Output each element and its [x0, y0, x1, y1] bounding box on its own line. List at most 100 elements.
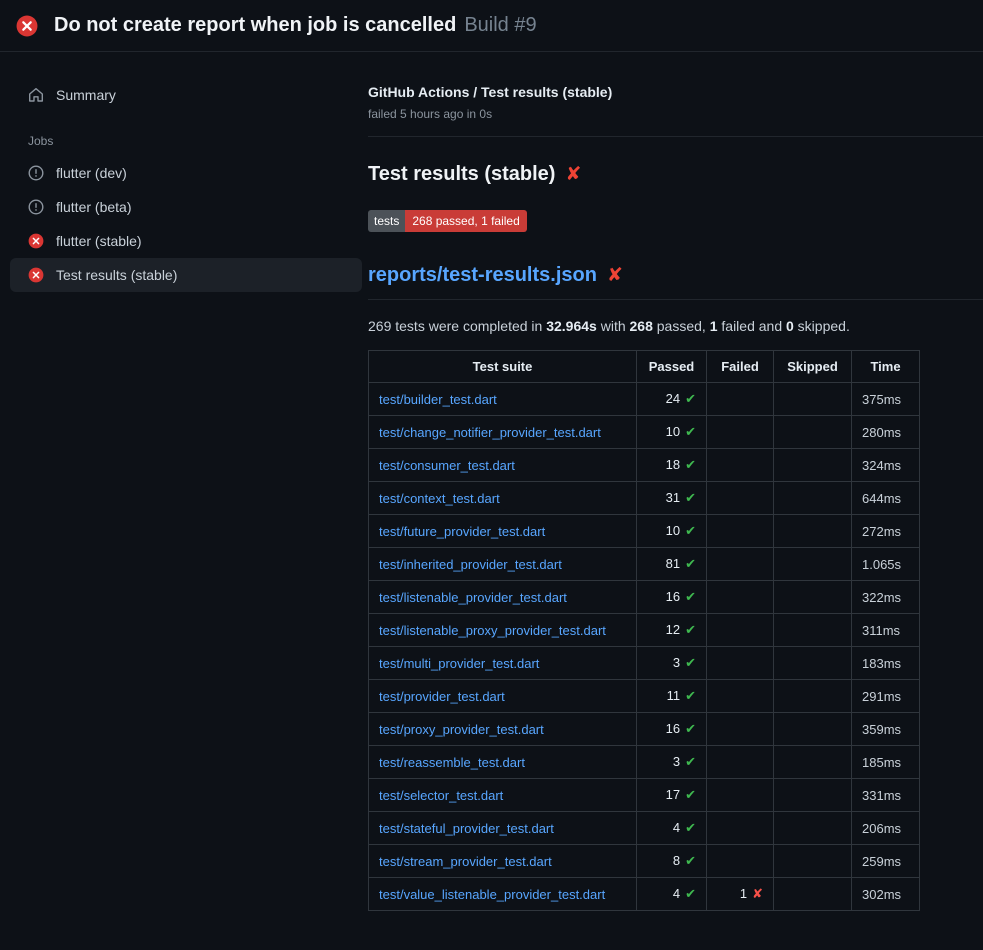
time-cell: 311ms	[852, 614, 920, 647]
time-cell: 259ms	[852, 845, 920, 878]
passed-cell: 17✔	[637, 779, 707, 812]
table-row: test/stateful_provider_test.dart 4✔ 206m…	[369, 812, 920, 845]
table-row: test/future_provider_test.dart 10✔ 272ms	[369, 515, 920, 548]
table-row: test/builder_test.dart 24✔ 375ms	[369, 383, 920, 416]
passed-cell: 16✔	[637, 713, 707, 746]
skipped-cell	[774, 845, 852, 878]
table-row: test/multi_provider_test.dart 3✔ 183ms	[369, 647, 920, 680]
suite-cell: test/listenable_proxy_provider_test.dart	[369, 614, 637, 647]
table-row: test/consumer_test.dart 18✔ 324ms	[369, 449, 920, 482]
test-suite-link[interactable]: test/reassemble_test.dart	[379, 755, 525, 770]
failed-cell	[707, 614, 774, 647]
suite-cell: test/change_notifier_provider_test.dart	[369, 416, 637, 449]
test-suite-link[interactable]: test/stateful_provider_test.dart	[379, 821, 554, 836]
failed-status-icon	[16, 15, 38, 37]
test-suite-link[interactable]: test/builder_test.dart	[379, 392, 497, 407]
passed-cell: 8✔	[637, 845, 707, 878]
passed-cell: 16✔	[637, 581, 707, 614]
tests-badge: tests 268 passed, 1 failed	[368, 210, 527, 232]
failed-cell	[707, 581, 774, 614]
test-suite-link[interactable]: test/context_test.dart	[379, 491, 500, 506]
test-suite-link[interactable]: test/selector_test.dart	[379, 788, 503, 803]
skipped-cell	[774, 383, 852, 416]
test-suite-link[interactable]: test/change_notifier_provider_test.dart	[379, 425, 601, 440]
test-suite-link[interactable]: test/inherited_provider_test.dart	[379, 557, 562, 572]
time-cell: 324ms	[852, 449, 920, 482]
test-suite-link[interactable]: test/multi_provider_test.dart	[379, 656, 539, 671]
table-header-row: Test suite Passed Failed Skipped Time	[369, 351, 920, 383]
time-cell: 272ms	[852, 515, 920, 548]
sidebar-item-label: flutter (beta)	[56, 199, 131, 215]
skipped-cell	[774, 548, 852, 581]
time-cell: 331ms	[852, 779, 920, 812]
check-icon: ✔	[685, 754, 696, 769]
time-cell: 1.065s	[852, 548, 920, 581]
sidebar-item-flutter-dev[interactable]: flutter (dev)	[10, 156, 362, 190]
page-header: Do not create report when job is cancell…	[0, 0, 983, 52]
badge-value: 268 passed, 1 failed	[405, 210, 526, 232]
suite-cell: test/provider_test.dart	[369, 680, 637, 713]
failed-cell	[707, 845, 774, 878]
check-icon: ✔	[685, 655, 696, 670]
page-title: Do not create report when job is cancell…	[54, 14, 456, 37]
time-cell: 375ms	[852, 383, 920, 416]
test-suite-link[interactable]: test/provider_test.dart	[379, 689, 505, 704]
failed-count: 1	[710, 318, 718, 334]
check-icon: ✔	[685, 886, 696, 901]
test-suite-link[interactable]: test/listenable_proxy_provider_test.dart	[379, 623, 606, 638]
table-row: test/provider_test.dart 11✔ 291ms	[369, 680, 920, 713]
passed-cell: 3✔	[637, 746, 707, 779]
test-suite-link[interactable]: test/value_listenable_provider_test.dart	[379, 887, 605, 902]
test-results-table: Test suite Passed Failed Skipped Time te…	[368, 350, 920, 911]
run-status-line: failed 5 hours ago in 0s	[368, 107, 983, 121]
skipped-cell	[774, 779, 852, 812]
failed-cell	[707, 548, 774, 581]
skipped-cell	[774, 449, 852, 482]
passed-cell: 31✔	[637, 482, 707, 515]
jobs-section-label: Jobs	[28, 134, 362, 148]
sidebar-item-summary[interactable]: Summary	[10, 78, 362, 112]
passed-cell: 18✔	[637, 449, 707, 482]
time-cell: 322ms	[852, 581, 920, 614]
table-row: test/selector_test.dart 17✔ 331ms	[369, 779, 920, 812]
suite-cell: test/multi_provider_test.dart	[369, 647, 637, 680]
passed-cell: 10✔	[637, 416, 707, 449]
sidebar-item-test-results-stable[interactable]: Test results (stable)	[10, 258, 362, 292]
x-circle-icon	[28, 267, 44, 283]
results-table-body: test/builder_test.dart 24✔ 375ms test/ch…	[369, 383, 920, 911]
check-icon: ✔	[685, 556, 696, 571]
skipped-cell	[774, 680, 852, 713]
section-title: Test results (stable) ✘	[368, 163, 983, 186]
passed-cell: 12✔	[637, 614, 707, 647]
fail-x-icon: ✘	[607, 266, 623, 285]
table-row: test/listenable_provider_test.dart 16✔ 3…	[369, 581, 920, 614]
check-icon: ✔	[685, 457, 696, 472]
check-icon: ✔	[685, 391, 696, 406]
test-suite-link[interactable]: test/consumer_test.dart	[379, 458, 515, 473]
check-icon: ✔	[685, 424, 696, 439]
suite-cell: test/context_test.dart	[369, 482, 637, 515]
test-suite-link[interactable]: test/proxy_provider_test.dart	[379, 722, 544, 737]
col-header-skipped: Skipped	[774, 351, 852, 383]
time-cell: 291ms	[852, 680, 920, 713]
check-icon: ✔	[685, 787, 696, 802]
test-suite-link[interactable]: test/stream_provider_test.dart	[379, 854, 552, 869]
sidebar-item-flutter-beta[interactable]: flutter (beta)	[10, 190, 362, 224]
skipped-cell	[774, 878, 852, 911]
failed-cell	[707, 680, 774, 713]
test-suite-link[interactable]: test/listenable_provider_test.dart	[379, 590, 567, 605]
suite-cell: test/value_listenable_provider_test.dart	[369, 878, 637, 911]
failed-cell	[707, 416, 774, 449]
passed-count: 268	[630, 318, 653, 334]
table-row: test/value_listenable_provider_test.dart…	[369, 878, 920, 911]
col-header-test-suite: Test suite	[369, 351, 637, 383]
sidebar-item-flutter-stable[interactable]: flutter (stable)	[10, 224, 362, 258]
failed-cell	[707, 647, 774, 680]
suite-cell: test/reassemble_test.dart	[369, 746, 637, 779]
report-file-link[interactable]: reports/test-results.json	[368, 264, 597, 287]
test-suite-link[interactable]: test/future_provider_test.dart	[379, 524, 545, 539]
sidebar-item-label: flutter (stable)	[56, 233, 142, 249]
failed-cell	[707, 746, 774, 779]
suite-cell: test/builder_test.dart	[369, 383, 637, 416]
check-icon: ✔	[685, 523, 696, 538]
